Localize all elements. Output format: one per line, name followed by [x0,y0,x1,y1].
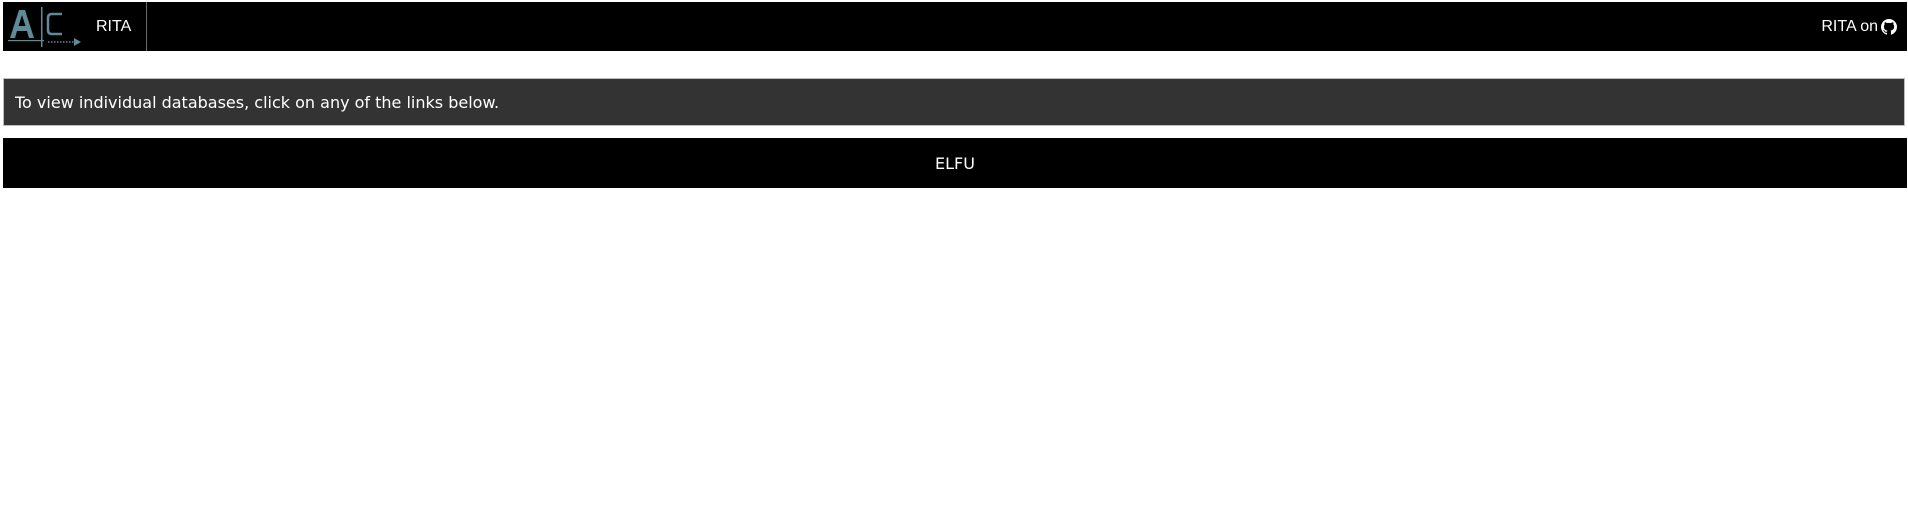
github-icon [1881,18,1897,35]
database-link-elfu[interactable]: ELFU [3,138,1907,188]
top-navbar: RITA RITA on [3,2,1907,51]
brand-link[interactable]: RITA [93,2,148,51]
info-notice: To view individual databases, click on a… [3,78,1905,126]
ac-logo-icon[interactable] [6,4,82,50]
notice-text: To view individual databases, click on a… [15,92,500,112]
github-link-label: RITA on [1821,17,1878,35]
github-link[interactable]: RITA on [1821,2,1897,51]
